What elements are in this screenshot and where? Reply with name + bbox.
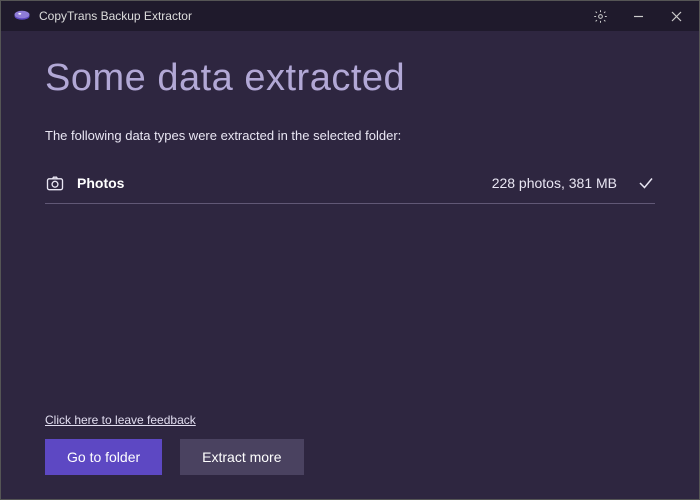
go-to-folder-button[interactable]: Go to folder [45,439,162,475]
gear-icon [593,9,608,24]
minimize-icon [633,11,644,22]
minimize-button[interactable] [623,1,653,31]
settings-button[interactable] [585,1,615,31]
page-subtitle: The following data types were extracted … [45,128,655,143]
page-headline: Some data extracted [45,57,655,100]
app-title: CopyTrans Backup Extractor [39,9,192,23]
item-stats: 228 photos, 381 MB [492,175,617,191]
item-type-name: Photos [77,175,124,191]
extract-more-button[interactable]: Extract more [180,439,303,475]
close-button[interactable] [661,1,691,31]
content-area: Some data extracted The following data t… [1,31,699,499]
titlebar: CopyTrans Backup Extractor [1,1,699,31]
close-icon [671,11,682,22]
camera-icon [45,173,65,193]
feedback-link[interactable]: Click here to leave feedback [45,413,655,427]
checkmark-icon [637,174,655,192]
button-row: Go to folder Extract more [45,439,655,475]
app-window: CopyTrans Backup Extractor Some data ext… [0,0,700,500]
app-logo-icon [13,7,31,25]
extracted-item-row: Photos 228 photos, 381 MB [45,165,655,204]
